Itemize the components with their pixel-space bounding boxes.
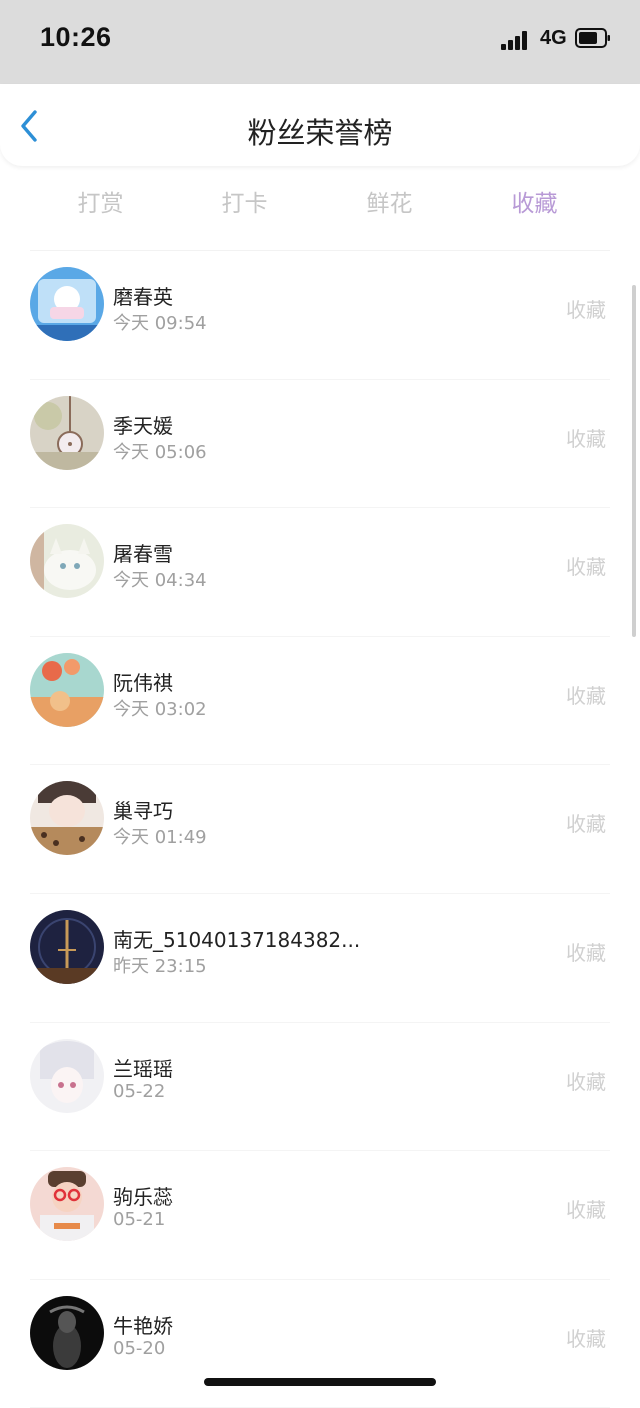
avatar[interactable] bbox=[30, 652, 104, 727]
avatar[interactable] bbox=[30, 1295, 104, 1370]
fan-time: 05-22 bbox=[113, 1080, 166, 1102]
action-label: 收藏 bbox=[566, 812, 606, 837]
network-label: 4G bbox=[540, 27, 567, 49]
list-item[interactable]: 巢寻巧 今天 01:49 收藏 bbox=[30, 765, 610, 894]
scrollbar[interactable] bbox=[632, 285, 636, 637]
list-item[interactable]: 季天媛 今天 05:06 收藏 bbox=[30, 380, 610, 509]
list-item[interactable]: 兰瑶瑶 05-22 收藏 bbox=[30, 1023, 610, 1152]
fan-time: 今天 05:06 bbox=[113, 441, 207, 463]
action-label: 收藏 bbox=[566, 1326, 606, 1351]
fan-time: 05-20 bbox=[113, 1337, 166, 1359]
home-indicator[interactable] bbox=[204, 1378, 436, 1386]
fan-time: 今天 03:02 bbox=[113, 698, 207, 720]
avatar[interactable] bbox=[30, 909, 104, 984]
fan-name: 季天媛 bbox=[113, 413, 173, 438]
signal-icon bbox=[501, 30, 531, 50]
tab-favorites[interactable]: 收藏 bbox=[462, 184, 607, 218]
avatar[interactable] bbox=[30, 1038, 104, 1113]
action-label: 收藏 bbox=[566, 426, 606, 451]
fan-time: 05-21 bbox=[113, 1209, 166, 1231]
fan-name: 兰瑶瑶 bbox=[113, 1056, 173, 1081]
status-time: 10:26 bbox=[40, 22, 112, 52]
action-label: 收藏 bbox=[566, 1198, 606, 1223]
action-label: 收藏 bbox=[566, 1069, 606, 1094]
fan-name: 南无_51040137184382... bbox=[113, 927, 361, 952]
fan-time: 今天 09:54 bbox=[113, 313, 207, 334]
action-label: 收藏 bbox=[566, 940, 606, 965]
list-item[interactable]: 南无_51040137184382... 昨天 23:15 收藏 bbox=[30, 894, 610, 1023]
list-item[interactable]: 阮伟祺 今天 03:02 收藏 bbox=[30, 637, 610, 766]
tab-flowers[interactable]: 鲜花 bbox=[317, 184, 462, 218]
tab-tip[interactable]: 打赏 bbox=[28, 184, 173, 218]
action-label: 收藏 bbox=[566, 683, 606, 708]
status-bar: 10:26 4G bbox=[0, 0, 640, 84]
action-label: 收藏 bbox=[566, 298, 606, 322]
list-item[interactable]: 屠春雪 今天 04:34 收藏 bbox=[30, 508, 610, 637]
fan-time: 今天 04:34 bbox=[113, 570, 207, 592]
page-title: 粉丝荣誉榜 bbox=[247, 116, 393, 150]
fan-name: 阮伟祺 bbox=[113, 670, 173, 695]
avatar[interactable] bbox=[30, 395, 104, 470]
tab-checkin[interactable]: 打卡 bbox=[172, 184, 317, 218]
battery-icon bbox=[575, 28, 611, 48]
fan-time: 昨天 23:15 bbox=[113, 955, 207, 977]
list-item[interactable]: 磨春英 今天 09:54 收藏 bbox=[30, 251, 610, 380]
fan-name: 驹乐蕊 bbox=[113, 1185, 173, 1210]
nav-bar: 粉丝荣誉榜 bbox=[0, 84, 640, 166]
fan-list: 磨春英 今天 09:54 收藏 季天媛 今天 05:06 收藏 屠春雪 今天 0… bbox=[0, 251, 640, 1408]
avatar[interactable] bbox=[30, 1167, 104, 1242]
list-item[interactable]: 牛艳娇 05-20 收藏 bbox=[30, 1280, 610, 1408]
fan-time: 今天 01:49 bbox=[113, 827, 207, 849]
avatar[interactable] bbox=[30, 524, 104, 599]
fan-name: 巢寻巧 bbox=[113, 799, 173, 824]
avatar[interactable] bbox=[30, 267, 104, 341]
fan-name: 屠春雪 bbox=[113, 542, 173, 567]
action-label: 收藏 bbox=[566, 555, 606, 580]
fan-name: 磨春英 bbox=[113, 285, 173, 309]
list-item[interactable]: 驹乐蕊 05-21 收藏 bbox=[30, 1151, 610, 1280]
avatar[interactable] bbox=[30, 781, 104, 856]
tab-bar: 打赏 打卡 鲜花 收藏 bbox=[0, 166, 640, 250]
fan-name: 牛艳娇 bbox=[113, 1313, 173, 1338]
